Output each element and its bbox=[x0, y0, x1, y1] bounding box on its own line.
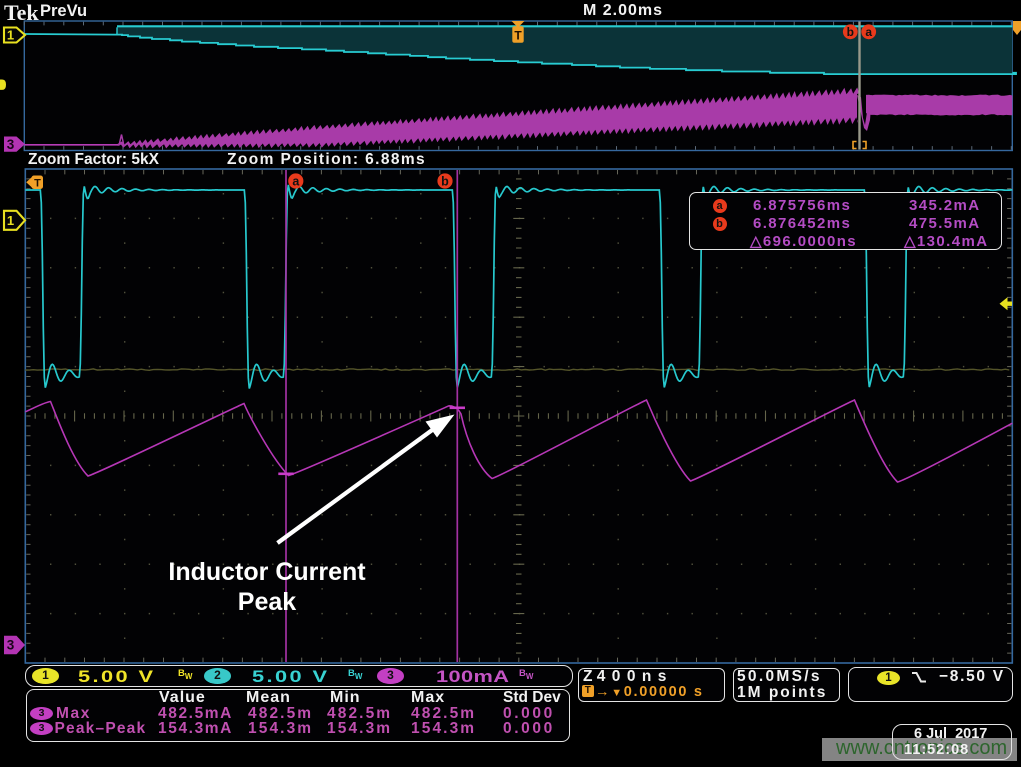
svg-text:T: T bbox=[514, 29, 522, 43]
svg-text:T: T bbox=[34, 177, 41, 189]
svg-text:3: 3 bbox=[7, 137, 15, 152]
svg-text:1: 1 bbox=[7, 28, 14, 43]
svg-text:a: a bbox=[292, 175, 300, 189]
svg-text:1: 1 bbox=[7, 213, 14, 228]
svg-text:b: b bbox=[441, 175, 449, 189]
svg-text:3: 3 bbox=[7, 638, 15, 653]
svg-text:b: b bbox=[847, 25, 854, 39]
svg-text:a: a bbox=[865, 25, 872, 39]
